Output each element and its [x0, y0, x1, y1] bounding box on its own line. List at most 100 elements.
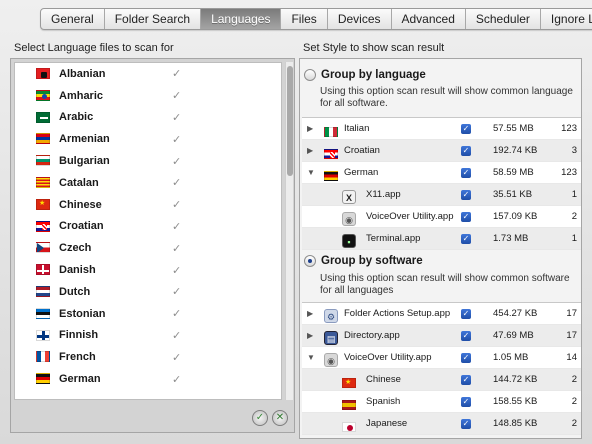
language-row[interactable]: Albanian ✓ — [15, 63, 281, 85]
result-child-row[interactable]: Japanese ✓ 148.85 KB 2 — [302, 413, 581, 435]
language-flag — [36, 329, 50, 344]
result-row-checkbox[interactable]: ✓ — [461, 146, 471, 156]
result-group-row[interactable]: ▼ German ✓ 58.59 MB 123 — [302, 162, 581, 184]
language-checkbox[interactable]: ✓ — [172, 198, 181, 211]
flag-czech-republic-icon — [36, 242, 50, 254]
disclosure-collapsed-icon[interactable]: ▶ — [307, 325, 313, 347]
language-row[interactable]: Estonian ✓ — [15, 303, 281, 325]
result-group-row[interactable]: ▶ Italian ✓ 57.55 MB 123 — [302, 118, 581, 140]
language-row[interactable]: Dutch ✓ — [15, 281, 281, 303]
result-row-checkbox[interactable]: ✓ — [461, 190, 471, 200]
result-row-icon: ▪ — [342, 232, 356, 254]
result-row-checkbox[interactable]: ✓ — [461, 375, 471, 385]
language-flag — [36, 89, 50, 104]
result-child-row[interactable]: ▪ Terminal.app ✓ 1.73 MB 1 — [302, 228, 581, 250]
language-row[interactable]: Croatian ✓ — [15, 216, 281, 238]
result-child-row[interactable]: X X11.app ✓ 35.51 KB 1 — [302, 184, 581, 206]
language-checkbox[interactable]: ✓ — [172, 285, 181, 298]
result-row-checkbox[interactable]: ✓ — [461, 419, 471, 429]
language-checkbox[interactable]: ✓ — [172, 111, 181, 124]
language-checkbox[interactable]: ✓ — [172, 155, 181, 168]
language-row[interactable]: Catalan ✓ — [15, 172, 281, 194]
deselect-all-button[interactable]: ✕ — [272, 410, 288, 426]
language-name: French — [59, 351, 96, 364]
result-group-row[interactable]: ▶ Croatian ✓ 192.74 KB 3 — [302, 140, 581, 162]
flag-germany-icon — [324, 171, 338, 181]
result-group-row[interactable]: ▶ ⚙ Folder Actions Setup.app ✓ 454.27 KB… — [302, 303, 581, 325]
tab-advanced[interactable]: Advanced — [392, 9, 466, 29]
language-row[interactable]: Amharic ✓ — [15, 85, 281, 107]
tab-files[interactable]: Files — [281, 9, 328, 29]
result-group-row[interactable]: ▼ ◉ VoiceOver Utility.app ✓ 1.05 MB 14 — [302, 347, 581, 369]
result-row-count: 2 — [571, 418, 577, 429]
language-selection-panel: Albanian ✓ Amharic ✓ Arabic ✓ Armenian ✓… — [10, 58, 295, 433]
group-by-software-option[interactable]: Group by software — [304, 255, 423, 267]
result-group-row[interactable]: ▶ ▤ Directory.app ✓ 47.69 MB 17 — [302, 325, 581, 347]
language-checkbox[interactable]: ✓ — [172, 133, 181, 146]
language-checkbox[interactable]: ✓ — [172, 351, 181, 364]
result-row-size: 58.59 MB — [493, 167, 534, 178]
result-row-count: 14 — [566, 352, 577, 363]
result-row-checkbox[interactable]: ✓ — [461, 331, 471, 341]
result-child-row[interactable]: Spanish ✓ 158.55 KB 2 — [302, 391, 581, 413]
language-row[interactable]: Arabic ✓ — [15, 107, 281, 129]
language-row[interactable]: Danish ✓ — [15, 259, 281, 281]
scrollbar-thumb[interactable] — [287, 66, 293, 176]
disclosure-collapsed-icon[interactable]: ▶ — [307, 303, 313, 325]
language-name: Dutch — [59, 285, 91, 298]
language-checkbox[interactable]: ✓ — [172, 329, 181, 342]
group-by-software-description: Using this option scan result will show … — [320, 273, 570, 296]
result-row-checkbox[interactable]: ✓ — [461, 309, 471, 319]
language-row[interactable]: Finnish ✓ — [15, 325, 281, 347]
language-row[interactable]: Czech ✓ — [15, 237, 281, 259]
language-checkbox[interactable]: ✓ — [172, 373, 181, 386]
language-list-scrollbar[interactable] — [285, 62, 293, 400]
result-row-name: Spanish — [366, 396, 401, 407]
language-grouped-results: ▶ Italian ✓ 57.55 MB 123 ▶ Croatian ✓ 19… — [302, 117, 581, 250]
disclosure-expanded-icon[interactable]: ▼ — [307, 347, 315, 369]
result-row-checkbox[interactable]: ✓ — [461, 353, 471, 363]
result-row-checkbox[interactable]: ✓ — [461, 397, 471, 407]
language-row[interactable]: Bulgarian ✓ — [15, 150, 281, 172]
group-by-language-radio[interactable] — [304, 69, 316, 81]
group-by-software-label: Group by software — [321, 255, 423, 267]
result-row-size: 157.09 KB — [493, 211, 538, 222]
disclosure-expanded-icon[interactable]: ▼ — [307, 162, 315, 184]
tab-ignore-list[interactable]: Ignore List — [541, 9, 592, 29]
tab-scheduler[interactable]: Scheduler — [466, 9, 541, 29]
disclosure-collapsed-icon[interactable]: ▶ — [307, 118, 313, 140]
language-row[interactable]: German ✓ — [15, 368, 281, 390]
result-row-checkbox[interactable]: ✓ — [461, 168, 471, 178]
language-checkbox[interactable]: ✓ — [172, 220, 181, 233]
language-row[interactable]: Armenian ✓ — [15, 128, 281, 150]
group-by-software-radio[interactable] — [304, 255, 316, 267]
tab-general[interactable]: General — [41, 9, 105, 29]
language-name: Estonian — [59, 307, 106, 320]
language-checkbox[interactable]: ✓ — [172, 264, 181, 277]
result-child-row[interactable]: ★ Chinese ✓ 144.72 KB 2 — [302, 369, 581, 391]
language-checkbox[interactable]: ✓ — [172, 89, 181, 102]
flag-croatia-icon — [324, 149, 338, 159]
result-child-row[interactable]: ◉ VoiceOver Utility.app ✓ 157.09 KB 2 — [302, 206, 581, 228]
select-all-button[interactable]: ✓ — [252, 410, 268, 426]
tab-folder-search[interactable]: Folder Search — [105, 9, 202, 29]
result-row-checkbox[interactable]: ✓ — [461, 234, 471, 244]
disclosure-collapsed-icon[interactable]: ▶ — [307, 140, 313, 162]
language-name: Arabic — [59, 111, 94, 124]
tab-devices[interactable]: Devices — [328, 9, 392, 29]
language-checkbox[interactable]: ✓ — [172, 242, 181, 255]
result-row-icon — [342, 419, 356, 441]
language-checkbox[interactable]: ✓ — [172, 307, 181, 320]
language-name: Chinese — [59, 198, 102, 211]
language-checkbox[interactable]: ✓ — [172, 176, 181, 189]
result-row-checkbox[interactable]: ✓ — [461, 124, 471, 134]
result-row-name: Italian — [344, 123, 370, 134]
group-by-language-option[interactable]: Group by language — [304, 69, 426, 81]
flag-italy-icon — [324, 127, 338, 137]
language-row[interactable]: French ✓ — [15, 346, 281, 368]
folder-actions-app-icon: ⚙ — [324, 309, 338, 323]
tab-languages[interactable]: Languages — [201, 9, 282, 29]
language-row[interactable]: ★ Chinese ✓ — [15, 194, 281, 216]
language-checkbox[interactable]: ✓ — [172, 67, 181, 80]
result-row-checkbox[interactable]: ✓ — [461, 212, 471, 222]
